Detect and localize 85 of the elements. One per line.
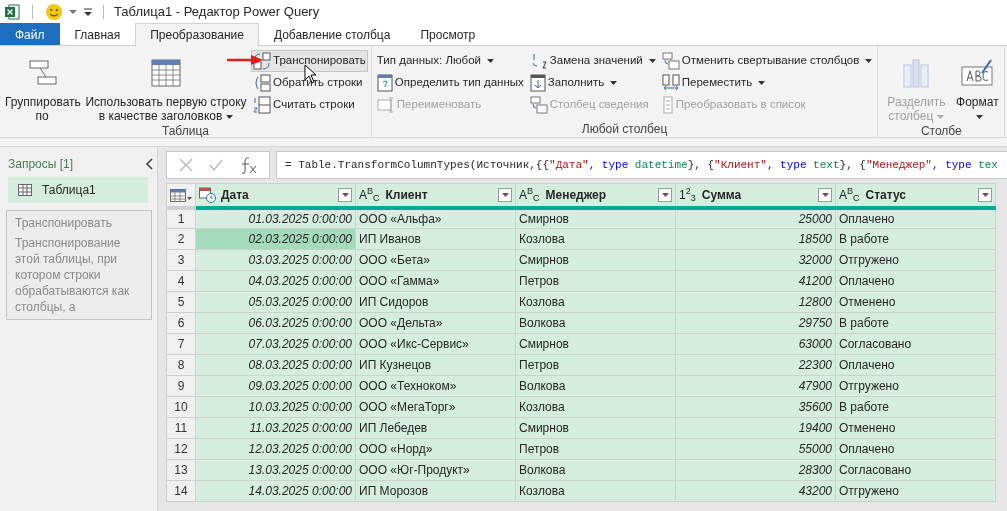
row-number: 3	[166, 249, 196, 271]
transpose-icon	[253, 52, 271, 70]
dropdown-caret-icon	[610, 81, 618, 85]
filter-dropdown[interactable]	[498, 187, 512, 202]
ribbon-button[interactable]: Группировать по	[3, 50, 81, 122]
row-number: 2	[166, 228, 196, 250]
tooltip-title: Транспонировать	[15, 215, 113, 231]
row-number: 13	[166, 459, 196, 481]
queries-header: Запросы [1]	[8, 156, 74, 173]
spreadsheet-app-icon	[4, 4, 20, 20]
formula-field[interactable]: = Table.TransformColumnTypes(Источник,{{"Дата", type datetime}, {"Клиент", type text}, {"Менеджер", type tex	[276, 151, 1007, 179]
rename-icon	[376, 97, 395, 113]
dropdown-caret-icon	[937, 114, 945, 119]
table-icon	[150, 57, 182, 89]
list-icon	[661, 96, 674, 114]
dropdown-arrow-icon	[981, 192, 989, 197]
row-number: 8	[166, 354, 196, 376]
dropdown-arrow-icon	[821, 192, 829, 197]
tooltip-text: Транспонирование этой таблицы, при котором строки обрабатываются как столбцы, а	[15, 235, 131, 315]
row-number: 5	[166, 291, 196, 313]
ribbon-button[interactable]: Тип данных: Любой	[374, 50, 526, 72]
ribbon-tab[interactable]: Преобразование	[135, 23, 259, 46]
filter-dropdown[interactable]	[818, 187, 832, 202]
dropdown-arrow-icon	[341, 192, 349, 197]
function-icon[interactable]	[239, 156, 257, 174]
ribbon-tab[interactable]: Добавление столбца	[258, 23, 406, 45]
filter-dropdown[interactable]	[658, 187, 672, 202]
ribbon-tab[interactable]: Главная	[59, 23, 136, 45]
ribbon-group-label: Таблица	[160, 123, 210, 137]
collapse-icon[interactable]	[145, 158, 153, 170]
row-number: 9	[166, 375, 196, 397]
smiley-face-icon[interactable]	[45, 3, 63, 21]
row-number: 12	[166, 438, 196, 460]
dropdown-caret-icon	[975, 114, 983, 119]
filter-dropdown[interactable]	[338, 187, 352, 202]
numbered-rows-icon	[253, 96, 271, 114]
pivot-table-icon	[529, 96, 548, 114]
query-item[interactable]: Таблица1	[8, 177, 148, 203]
ribbon-button[interactable]: Считать строки	[251, 94, 368, 116]
ribbon-group-label: Столбе	[919, 123, 963, 137]
row-number: 14	[166, 480, 196, 502]
ribbon-button[interactable]: Заполнить	[527, 72, 658, 94]
column-header: Менеджер	[545, 186, 608, 204]
move-columns-icon	[661, 74, 680, 92]
dropdown-arrow-icon[interactable]	[69, 9, 77, 15]
dropdown-caret-icon	[865, 59, 873, 63]
row-number: 10	[166, 396, 196, 418]
fill-down-icon	[529, 74, 546, 92]
dropdown-caret-icon	[487, 59, 494, 63]
filter-dropdown[interactable]	[978, 187, 992, 202]
column-header: Сумма	[701, 186, 743, 204]
column-header: Статус	[865, 186, 907, 204]
dropdown-caret-icon	[758, 81, 766, 85]
column-header: Клиент	[385, 186, 429, 204]
ribbon-button[interactable]: Обратить строки	[251, 72, 368, 94]
ribbon-group-label: Любой столбец	[580, 121, 669, 137]
replace-values-icon	[529, 52, 548, 70]
calendar-clock-icon	[199, 186, 217, 203]
column-header: Дата	[221, 186, 250, 204]
dropdown-caret-icon	[648, 59, 656, 63]
row-number: 11	[166, 417, 196, 439]
customize-toolbar-icon[interactable]	[83, 7, 93, 17]
ribbon-button[interactable]: Переместить	[659, 72, 875, 94]
ribbon-button[interactable]: Определить тип данных	[374, 72, 526, 94]
table-menu-icon[interactable]	[170, 188, 192, 203]
ribbon-button[interactable]: Использовать первую строку в качестве заголовков	[83, 50, 249, 122]
detect-type-icon	[376, 74, 393, 92]
ribbon-button[interactable]: Транспонировать	[251, 50, 368, 72]
row-number: 6	[166, 312, 196, 334]
dropdown-caret-icon	[226, 114, 234, 119]
file-tab[interactable]: Файл	[0, 23, 60, 45]
ribbon-tab[interactable]: Просмотр	[405, 23, 491, 45]
ribbon-button[interactable]: Формат	[953, 50, 1002, 122]
ribbon-button[interactable]: Отменить свертывание столбцов	[659, 50, 875, 72]
ribbon-button[interactable]: Замена значений	[527, 50, 658, 72]
window-title: Таблица1 - Редактор Power Query	[114, 3, 320, 22]
row-number: 4	[166, 270, 196, 292]
table-icon	[18, 184, 32, 196]
row-number: 7	[166, 333, 196, 355]
pivot-table-icon	[661, 52, 680, 70]
format-text-icon	[960, 57, 995, 89]
reverse-rows-icon	[253, 74, 271, 92]
dropdown-arrow-icon	[501, 192, 509, 197]
dropdown-arrow-icon	[661, 192, 669, 197]
arrow-icon	[227, 55, 263, 65]
